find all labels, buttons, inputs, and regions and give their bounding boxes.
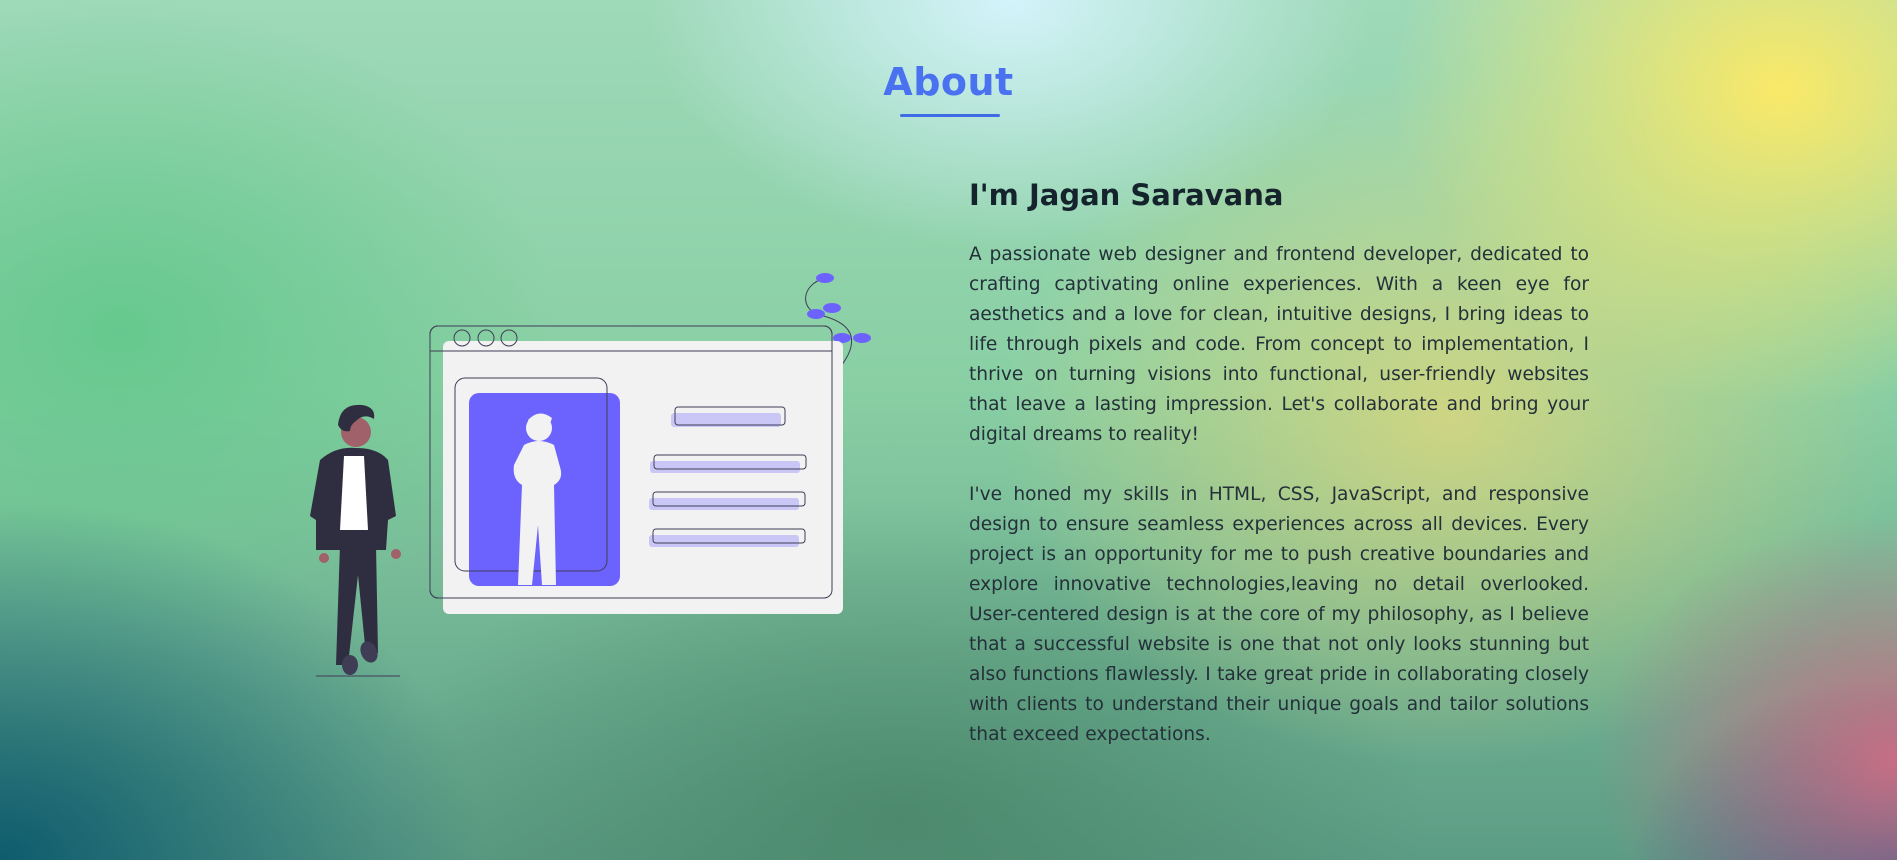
- title-underline: [900, 114, 1000, 117]
- bio-paragraph-1: A passionate web designer and frontend d…: [969, 244, 1589, 445]
- bio-paragraph-2: I've honed my skills in HTML, CSS, JavaS…: [969, 484, 1589, 745]
- person-icon: [310, 404, 401, 677]
- profile-heading: I'm Jagan Saravana: [969, 178, 1284, 212]
- profile-illustration: [310, 273, 871, 677]
- about-content: I'm Jagan Saravana A passionate web desi…: [969, 178, 1589, 780]
- section-title: About: [883, 60, 1014, 104]
